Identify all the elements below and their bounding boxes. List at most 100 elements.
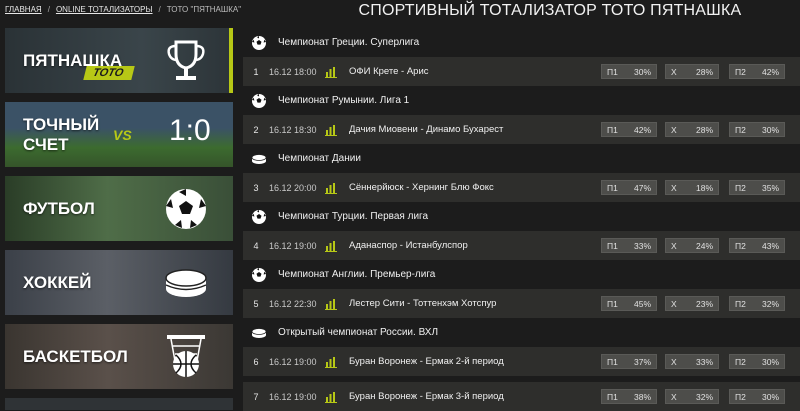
match-row: 5 16.12 22:30 Лестер Сити - Тоттенхэм Хо… (243, 289, 800, 318)
breadcrumb-section-link[interactable]: ONLINE ТОТАЛИЗАТОРЫ (56, 5, 153, 14)
outcome-label: Х (671, 66, 677, 77)
match-row: 1 16.12 18:00 ОФИ Крете - Арис П1 30% Х 28… (243, 57, 800, 86)
category-header: Чемпионат Турции. Первая лига (243, 202, 800, 231)
outcome-draw-button[interactable]: Х 33% (665, 354, 719, 369)
outcome-label: П1 (607, 182, 618, 193)
outcome-p2-button[interactable]: П2 30% (729, 389, 785, 404)
match-time: 16.12 19:00 (269, 356, 317, 367)
basketball-hoop-icon (167, 335, 205, 377)
statistics-icon[interactable] (325, 240, 337, 252)
sidebar-tile-more[interactable] (5, 398, 233, 410)
outcome-draw-button[interactable]: Х 28% (665, 122, 719, 137)
outcome-p2-button[interactable]: П2 30% (729, 122, 785, 137)
outcome-label: П2 (735, 124, 746, 135)
outcome-percent: 42% (633, 124, 651, 135)
sidebar-tile-piatnashka[interactable]: ПЯТНАШКА TOTO (5, 28, 233, 93)
outcome-p1-button[interactable]: П1 42% (601, 122, 657, 137)
category-name: Открытый чемпионат России. ВХЛ (278, 327, 439, 338)
outcome-label: П1 (607, 240, 618, 251)
sidebar-tile-basketball[interactable]: БАСКЕТБОЛ (5, 324, 233, 389)
match-row: 2 16.12 18:30 Дачия Миовени - Динамо Бух… (243, 115, 800, 144)
outcome-label: П2 (735, 391, 746, 402)
match-row: 4 16.12 19:00 Аданаспор - Истанбулспор П… (243, 231, 800, 260)
outcome-percent: 23% (695, 298, 713, 309)
outcome-draw-button[interactable]: Х 23% (665, 296, 719, 311)
match-number: 4 (253, 240, 259, 251)
outcome-percent: 32% (695, 391, 713, 402)
match-number: 2 (253, 124, 259, 135)
hockey-puck-icon (251, 327, 267, 338)
match-row: 3 16.12 20:00 Сённерйюск - Хернинг Блю Ф… (243, 173, 800, 202)
breadcrumb-home-link[interactable]: ГЛАВНАЯ (5, 5, 42, 14)
outcome-percent: 30% (761, 356, 779, 367)
category-header: Чемпионат Англии. Премьер-лига (243, 260, 800, 289)
statistics-icon[interactable] (325, 356, 337, 368)
match-teams: Буран Воронеж - Ермак 3-й период (349, 391, 504, 402)
outcome-label: П2 (735, 182, 746, 193)
tile-label: ТОЧНЫЙ СЧЕТ (23, 114, 100, 154)
outcome-percent: 30% (761, 124, 779, 135)
outcome-percent: 30% (633, 66, 651, 77)
outcome-p1-button[interactable]: П1 37% (601, 354, 657, 369)
soccer-ball-icon (252, 35, 266, 50)
outcome-percent: 18% (695, 182, 713, 193)
outcome-draw-button[interactable]: Х 32% (665, 389, 719, 404)
tile-label: ФУТБОЛ (23, 198, 95, 218)
page-title: СПОРТИВНЫЙ ТОТАЛИЗАТОР ТОТО ПЯТНАШКА (358, 2, 742, 19)
match-teams: Лестер Сити - Тоттенхэм Хотспур (349, 298, 497, 309)
statistics-icon[interactable] (325, 391, 337, 403)
toto-badge: TOTO (83, 66, 135, 80)
outcome-p1-button[interactable]: П1 33% (601, 238, 657, 253)
match-time: 16.12 19:00 (269, 391, 317, 402)
outcome-p2-button[interactable]: П2 30% (729, 354, 785, 369)
match-teams: Дачия Миовени - Динамо Бухарест (349, 124, 504, 135)
match-teams: Сённерйюск - Хернинг Блю Фокс (349, 182, 494, 193)
match-teams: Аданаспор - Истанбулспор (349, 240, 468, 251)
outcome-draw-button[interactable]: Х 24% (665, 238, 719, 253)
breadcrumb-separator: / (158, 5, 161, 14)
outcome-percent: 28% (695, 124, 713, 135)
outcome-p2-button[interactable]: П2 32% (729, 296, 785, 311)
soccer-ball-icon (252, 209, 266, 224)
vs-label: VS (113, 127, 132, 143)
category-header: Чемпионат Румынии. Лига 1 (243, 86, 800, 115)
statistics-icon[interactable] (325, 182, 337, 194)
sidebar-tile-football[interactable]: ФУТБОЛ (5, 176, 233, 241)
soccer-ball-icon (252, 93, 266, 108)
score-label: 1:0 (169, 114, 211, 147)
breadcrumb-current: ТОТО "ПЯТНАШКА" (166, 5, 242, 14)
outcome-draw-button[interactable]: Х 18% (665, 180, 719, 195)
outcome-p2-button[interactable]: П2 42% (729, 64, 785, 79)
outcome-percent: 42% (761, 66, 779, 77)
outcome-p1-button[interactable]: П1 47% (601, 180, 657, 195)
match-number: 6 (253, 356, 259, 367)
match-time: 16.12 18:00 (269, 66, 317, 77)
outcome-percent: 32% (761, 298, 779, 309)
outcome-p1-button[interactable]: П1 45% (601, 296, 657, 311)
match-number: 7 (253, 391, 259, 402)
outcome-p2-button[interactable]: П2 35% (729, 180, 785, 195)
statistics-icon[interactable] (325, 298, 337, 310)
outcome-p1-button[interactable]: П1 38% (601, 389, 657, 404)
outcome-p1-button[interactable]: П1 30% (601, 64, 657, 79)
outcome-p2-button[interactable]: П2 43% (729, 238, 785, 253)
statistics-icon[interactable] (325, 66, 337, 78)
outcome-label: Х (671, 391, 677, 402)
outcome-label: П1 (607, 124, 618, 135)
sidebar-tile-hockey[interactable]: ХОККЕЙ (5, 250, 233, 315)
category-name: Чемпионат Греции. Суперлига (278, 37, 420, 48)
outcome-draw-button[interactable]: Х 28% (665, 64, 719, 79)
match-teams: ОФИ Крете - Арис (349, 66, 429, 77)
outcome-label: Х (671, 124, 677, 135)
active-indicator (229, 28, 233, 93)
outcome-percent: 30% (761, 391, 779, 402)
sidebar-tile-exact-score[interactable]: ТОЧНЫЙ СЧЕТ VS 1:0 (5, 102, 233, 167)
outcome-label: П2 (735, 356, 746, 367)
soccer-ball-icon (166, 189, 206, 229)
statistics-icon[interactable] (325, 124, 337, 136)
outcome-label: П2 (735, 66, 746, 77)
tile-label: ХОККЕЙ (23, 272, 92, 292)
outcome-percent: 24% (695, 240, 713, 251)
tile-label: БАСКЕТБОЛ (23, 346, 128, 366)
breadcrumb-separator: / (47, 5, 50, 14)
